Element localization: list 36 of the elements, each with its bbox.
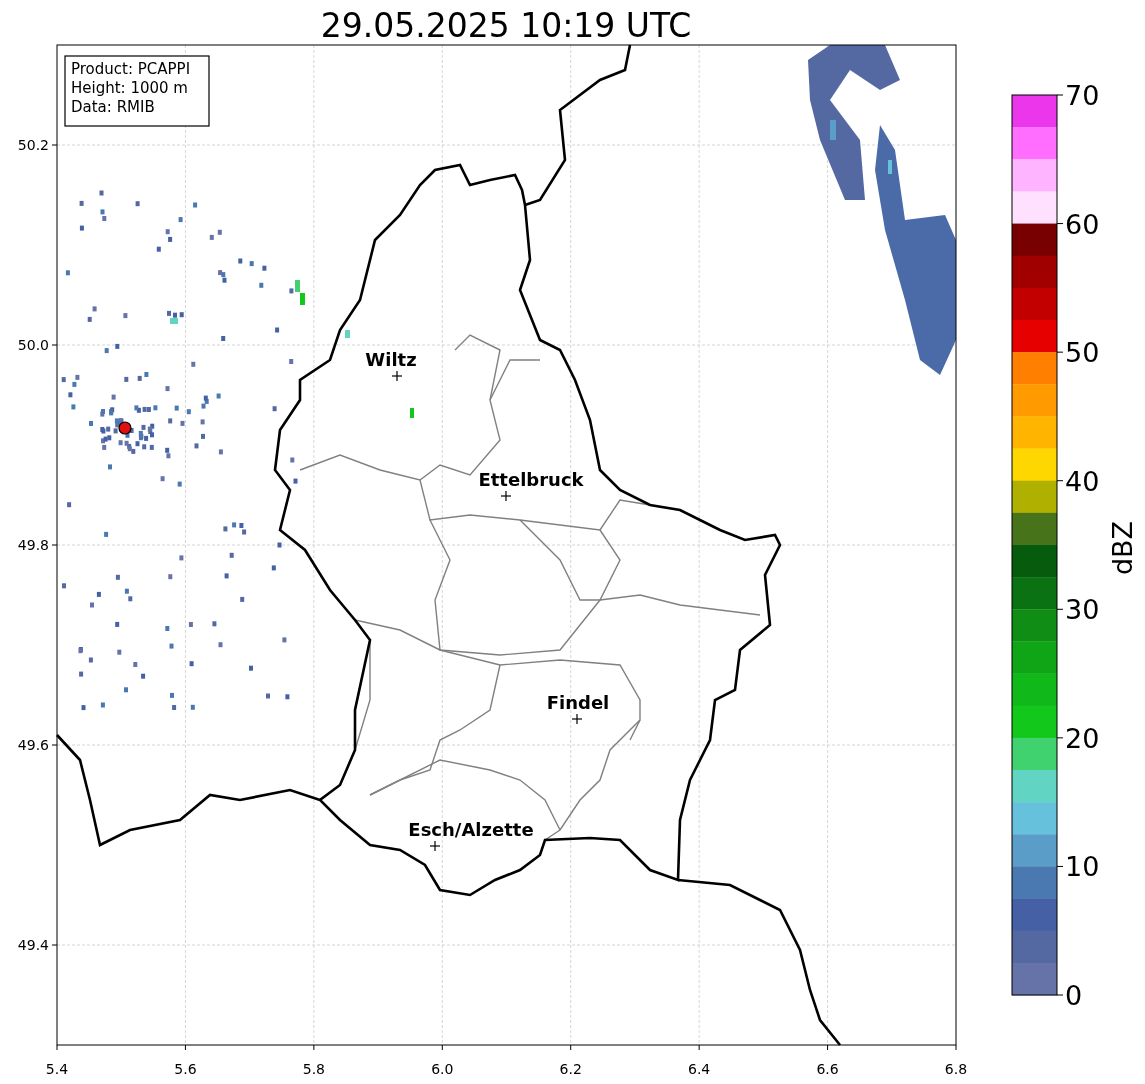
colorbar-tick-label: 70 xyxy=(1065,80,1100,111)
colorbar-tick-label: 0 xyxy=(1065,980,1083,1011)
info-text: Product: PCAPPI xyxy=(71,60,191,78)
colorbar-tick-label: 20 xyxy=(1065,722,1100,754)
axis-tick-label: 49.6 xyxy=(17,737,49,753)
axis-tick-label: 50.2 xyxy=(17,137,49,153)
axis-tick-label: 6.8 xyxy=(944,1061,968,1077)
location-marker-icon xyxy=(429,840,441,852)
location-marker-icon xyxy=(571,713,583,725)
info-text: Data: RMIB xyxy=(71,98,155,116)
colorbar-label: dBZ xyxy=(1107,520,1138,576)
place-label: Esch/Alzette xyxy=(408,819,534,840)
axis-tick-label: 6.4 xyxy=(688,1061,711,1077)
axis-tick-label: 5.6 xyxy=(174,1061,197,1077)
place-label: Findel xyxy=(546,692,610,713)
axis-tick-label: 5.4 xyxy=(45,1061,69,1077)
chart-title: 29.05.2025 10:19 UTC xyxy=(320,6,692,45)
axis-tick-label: 50.0 xyxy=(17,337,49,353)
location-marker-icon xyxy=(500,490,512,502)
place-label: Wiltz xyxy=(365,349,417,370)
location-marker-icon xyxy=(391,370,403,382)
colorbar-tick-label: 50 xyxy=(1065,337,1100,369)
axis-tick-label: 49.8 xyxy=(17,537,49,553)
colorbar-tick-label: 40 xyxy=(1065,465,1100,497)
colorbar-tick-label: 30 xyxy=(1065,594,1100,626)
axis-tick-label: 49.4 xyxy=(17,937,49,953)
axis-tick-label: 6.0 xyxy=(431,1061,454,1077)
place-label: Ettelbruck xyxy=(478,469,584,490)
colorbar-tick-label: 60 xyxy=(1065,208,1100,240)
rain-echo-drawing xyxy=(410,408,414,418)
axis-tick-label: 6.6 xyxy=(816,1061,839,1077)
info-text: Height: 1000 m xyxy=(71,79,188,97)
radar-site-icon xyxy=(118,421,132,435)
axis-tick-label: 6.2 xyxy=(559,1061,582,1077)
axis-tick-label: 5.8 xyxy=(302,1061,325,1077)
colorbar-tick-label: 10 xyxy=(1065,851,1100,883)
